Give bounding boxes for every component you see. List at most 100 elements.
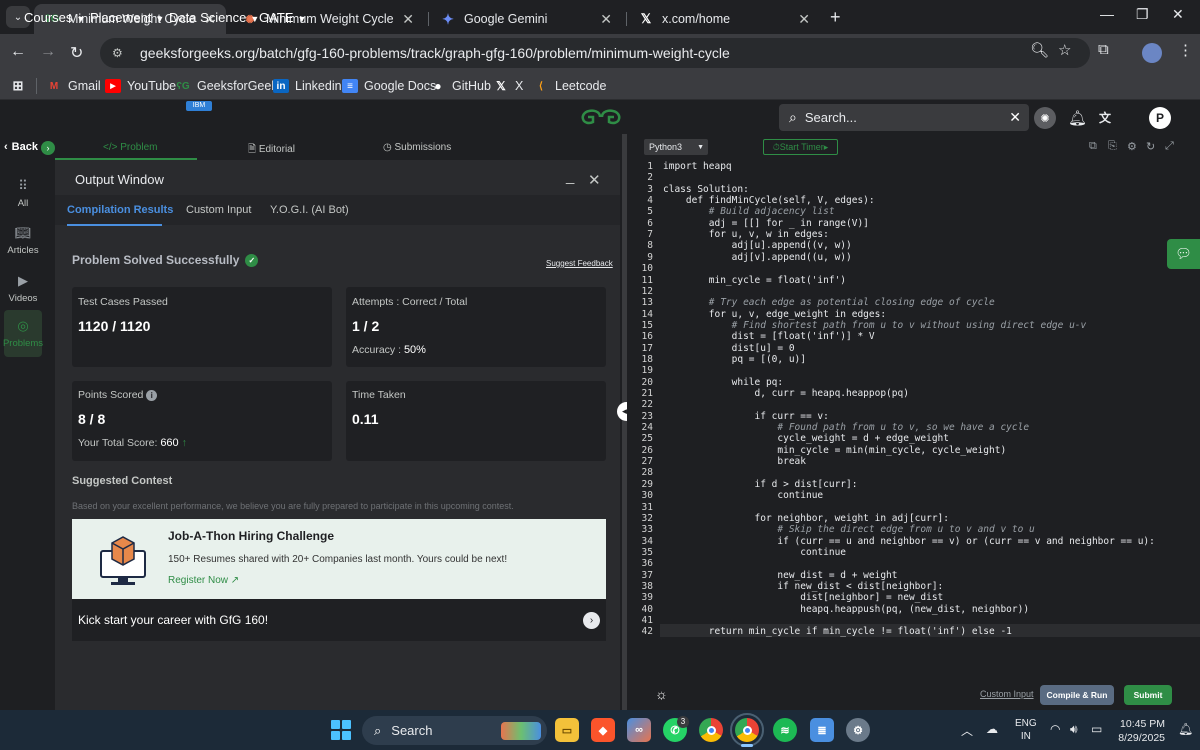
close-tab-icon[interactable]: ✕ [798,11,810,28]
language-select[interactable]: Python3 ▼ [644,139,708,155]
bookmark-google-docs[interactable]: ≡ Google Docs [342,76,436,96]
translate-icon[interactable]: 文 [1099,109,1111,126]
start-timer-button[interactable]: ⏱︎ Start Timer ▸ [763,139,838,155]
minimize-output-icon[interactable]: _ [566,168,574,185]
sidebar-item-problems[interactable]: ◎ Problems [3,310,43,357]
bookmark-youtube[interactable]: ▶ YouTube [105,76,176,96]
code-line[interactable]: new_dist = d + weight [663,570,897,581]
code-line[interactable]: if new_dist < dist[neighbor]: [663,581,943,592]
close-window-icon[interactable]: ✕ [1172,6,1184,23]
bookmark-leetcode[interactable]: ⟨ Leetcode [533,76,606,96]
code-line[interactable]: for neighbor, weight in adj[curr]: [663,513,949,524]
battery-icon[interactable]: ▭ [1091,722,1102,736]
gfg-logo[interactable] [580,108,622,132]
bookmark-linkedin[interactable]: in Linkedin [273,76,342,96]
user-avatar[interactable]: P [1149,107,1171,129]
show-hidden-icons[interactable]: ︿ [961,722,973,739]
fullscreen-icon[interactable]: ⤢ [1165,140,1174,153]
notepad-icon[interactable]: ≣ [810,718,834,742]
code-line[interactable]: continue [663,547,846,558]
custom-input-link[interactable]: Custom Input [980,689,1034,699]
spotify-icon[interactable]: ≋ [773,718,797,742]
code-line[interactable]: # Try each edge as potential closing edg… [663,297,995,308]
minimize-icon[interactable]: — [1100,6,1114,22]
refresh-icon[interactable]: ↻ [1146,140,1155,153]
menu-gate[interactable]: GATE ▼ [259,10,306,25]
tab-editorial[interactable]: 🗎︎ Editorial [248,142,295,159]
code-line[interactable]: return min_cycle if min_cycle != float('… [663,626,1012,637]
system-clock[interactable]: 10:45 PM 8/29/2025 [1118,717,1165,745]
code-line[interactable]: # Find shortest path from u to v without… [663,320,1087,331]
close-tab-icon[interactable]: ✕ [600,11,612,28]
tab-compilation-results[interactable]: Compilation Results [67,204,173,216]
search-input[interactable]: Search... [805,110,1009,125]
notifications-icon[interactable]: 🔔︎ [1178,722,1193,736]
code-line[interactable]: dist[neighbor] = new_dist [663,592,943,603]
settings-icon[interactable]: ⚙ [1127,140,1137,153]
code-line[interactable]: class Solution: [663,184,749,195]
light-mode-icon[interactable]: ☼ [655,686,668,702]
chrome-profile-icon[interactable] [730,713,764,747]
code-line[interactable]: import heapq [663,161,732,172]
back-arrow-icon[interactable]: ← [10,43,26,61]
brave-icon[interactable]: ◆ [591,718,615,742]
code-line[interactable]: if (curr == u and neighbor == v) or (cur… [663,536,1155,547]
wifi-icon[interactable]: ◠ [1050,722,1060,736]
menu-courses[interactable]: Courses ▼ [24,10,85,25]
bookmark-geeksforgeeks[interactable]: ʕG GeeksforGeeks [175,76,284,96]
chevron-right-circle-icon[interactable]: › [41,141,55,155]
code-line[interactable]: min_cycle = min(min_cycle, cycle_weight) [663,445,1006,456]
code-line[interactable]: adj[u].append((v, w)) [663,240,852,251]
code-line[interactable]: continue [663,490,823,501]
code-line[interactable]: for u, v, w in edges: [663,229,829,240]
tab-custom-input[interactable]: Custom Input [186,204,251,216]
address-bar[interactable]: ⚙ geeksforgeeks.org/batch/gfg-160-proble… [100,38,1090,68]
new-tab-icon[interactable]: + [830,7,841,28]
info-icon[interactable]: i [146,390,158,401]
chevron-right-icon[interactable]: › [583,612,600,629]
reload-icon[interactable]: ↻ [70,43,83,63]
code-line[interactable]: # Found path from u to v, so we have a c… [663,422,1029,433]
theme-toggle-icon[interactable]: ✺ [1034,107,1056,129]
input-language[interactable]: ENG IN [1015,717,1037,743]
code-line[interactable]: if curr == v: [663,411,829,422]
code-line[interactable]: adj[v].append((u, w)) [663,252,852,263]
extensions-icon[interactable]: ⧉ [1098,41,1109,58]
code-line[interactable]: dist = [float('inf')] * V [663,331,875,342]
close-tab-icon[interactable]: ✕ [402,11,414,28]
tab-problem[interactable]: </> Problem [103,142,158,153]
code-line[interactable]: adj = [[] for _ in range(V)] [663,218,869,229]
forward-arrow-icon[interactable]: → [40,43,56,61]
tab-submissions[interactable]: ◷ Submissions [383,142,451,153]
file-explorer-icon[interactable]: ▭ [555,718,579,742]
copy-icon[interactable]: ⧉ [1089,140,1097,153]
code-line[interactable]: min_cycle = float('inf') [663,275,846,286]
settings-gear-icon[interactable]: ⚙ [846,718,870,742]
code-line[interactable]: for u, v, edge_weight in edges: [663,309,886,320]
close-output-icon[interactable]: ✕ [588,171,601,189]
code-line[interactable]: heapq.heappush(pq, (new_dist, neighbor)) [663,604,1029,615]
submit-button[interactable]: Submit [1124,685,1172,705]
register-now-link[interactable]: Register Now ↗ [168,575,239,586]
apps-grid-icon[interactable]: ⊞ [10,76,32,96]
notification-bell-icon[interactable]: 🔔︎ [1068,109,1087,127]
suggest-feedback-link[interactable]: Suggest Feedback [546,259,613,268]
sidebar-item-videos[interactable]: ▶ Videos [4,273,42,304]
code-line[interactable]: break [663,456,806,467]
restore-icon[interactable]: ❐ [1136,6,1149,23]
sidebar-item-articles[interactable]: 📖︎ Articles [4,225,42,256]
compile-run-button[interactable]: Compile & Run [1040,685,1114,705]
clear-search-icon[interactable]: ✕ [1009,109,1021,126]
code-line[interactable]: def findMinCycle(self, V, edges): [663,195,875,206]
sidebar-item-all[interactable]: ⠿ All [4,178,42,209]
taskbar-search[interactable]: ⌕ Search [362,716,547,745]
tab-yogi-ai-bot[interactable]: Y.O.G.I. (AI Bot) [270,204,349,216]
back-button[interactable]: ‹ Back [4,141,38,153]
profile-avatar-icon[interactable] [1142,43,1162,63]
code-line[interactable]: dist[u] = 0 [663,343,795,354]
code-line[interactable]: cycle_weight = d + edge_weight [663,433,949,444]
site-info-icon[interactable]: ⚙ [112,46,128,60]
code-line[interactable]: d, curr = heapq.heappop(pq) [663,388,909,399]
windows-start-icon[interactable] [331,720,351,740]
gfg-search-bar[interactable]: ⌕ Search... ✕ [779,104,1029,131]
